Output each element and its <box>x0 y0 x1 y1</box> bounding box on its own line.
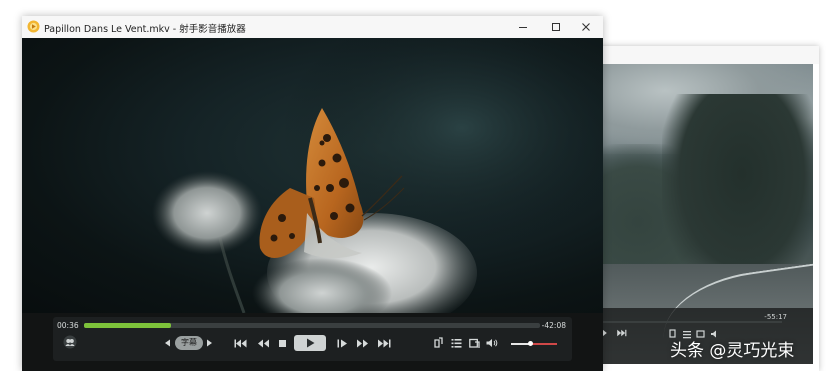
background-window-titlebar <box>596 46 819 64</box>
volume-slider-knob[interactable] <box>528 341 533 346</box>
seek-bar-progress <box>84 323 171 328</box>
app-logo-icon <box>27 20 40 33</box>
time-elapsed: 00:36 <box>57 321 79 330</box>
window-title: Papillon Dans Le Vent.mkv - 射手影音播放器 <box>44 24 246 35</box>
main-window-titlebar[interactable]: Papillon Dans Le Vent.mkv - 射手影音播放器 <box>22 16 603 39</box>
background-player-window[interactable]: -55:17 <box>596 46 819 371</box>
screenshot-icon[interactable] <box>469 337 480 349</box>
volume-slider-overdrive <box>530 343 557 345</box>
fast-forward-icon[interactable] <box>356 339 369 348</box>
subtitle-next-icon[interactable] <box>206 339 213 347</box>
video-frame[interactable] <box>22 38 603 313</box>
background-skip-next-icon[interactable] <box>616 329 627 339</box>
background-progress-track[interactable] <box>602 321 782 323</box>
stop-icon[interactable] <box>278 339 287 348</box>
volume-icon[interactable] <box>486 338 498 348</box>
effects-icon[interactable] <box>63 335 77 349</box>
play-icon <box>306 338 315 348</box>
volume-slider[interactable] <box>511 341 557 346</box>
seek-bar[interactable] <box>84 323 540 328</box>
control-panel: 00:36 -42:08 字幕 <box>53 317 572 361</box>
background-time-remaining: -55:17 <box>764 313 787 321</box>
step-forward-icon[interactable] <box>337 339 349 348</box>
minimize-icon[interactable] <box>516 20 530 34</box>
time-remaining: -42:08 <box>541 321 566 330</box>
subtitle-previous-icon[interactable] <box>164 339 171 347</box>
maximize-icon[interactable] <box>549 20 563 34</box>
watermark: 头条 @灵巧光束 <box>670 341 795 361</box>
close-icon[interactable] <box>579 20 593 34</box>
play-button[interactable] <box>294 335 326 351</box>
rewind-icon[interactable] <box>257 339 270 348</box>
audio-track-icon[interactable] <box>433 337 444 349</box>
butterfly-video-scene <box>152 38 603 313</box>
skip-previous-icon[interactable] <box>234 339 248 348</box>
subtitle-button[interactable]: 字幕 <box>175 336 203 350</box>
skip-next-icon[interactable] <box>377 339 391 348</box>
playlist-icon[interactable] <box>451 337 462 349</box>
background-step-forward-icon[interactable] <box>602 329 612 339</box>
main-player-window[interactable]: Papillon Dans Le Vent.mkv - 射手影音播放器 00:3… <box>22 16 603 371</box>
control-bar: 00:36 -42:08 字幕 <box>22 313 603 371</box>
